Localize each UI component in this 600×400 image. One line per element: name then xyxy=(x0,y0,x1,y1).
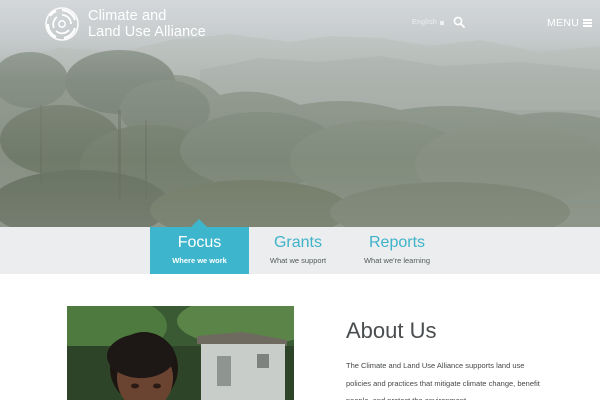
tab-grants-title: Grants xyxy=(273,234,322,251)
page: Climate and Land Use Alliance English ME… xyxy=(0,0,600,400)
hamburger-icon xyxy=(583,19,593,27)
tab-focus[interactable]: Focus Where we work xyxy=(150,219,249,274)
logo-line-1: Climate and xyxy=(88,8,167,24)
logo-text: Climate and Land Use Alliance xyxy=(88,8,206,40)
tab-grants[interactable]: Grants What we support xyxy=(256,227,340,274)
chevron-down-icon xyxy=(440,20,445,25)
tab-reports-subtitle: What we're learning xyxy=(363,256,431,265)
tab-grants-subtitle: What we support xyxy=(269,256,327,265)
tab-reports[interactable]: Reports What we're learning xyxy=(352,227,442,274)
language-label: English xyxy=(412,19,438,26)
logo[interactable]: Climate and Land Use Alliance xyxy=(44,6,206,42)
tab-focus-title: Focus xyxy=(177,234,222,251)
logo-icon xyxy=(45,7,79,41)
tab-reports-title: Reports xyxy=(368,234,426,251)
about-heading: About Us xyxy=(346,318,437,343)
tab-focus-subtitle: Where we work xyxy=(172,256,227,265)
about-body-text: The Climate and Land Use Alliance suppor… xyxy=(346,361,540,400)
logo-line-2: Land Use Alliance xyxy=(88,24,206,40)
menu-label: MENU xyxy=(547,17,580,29)
language-selector[interactable]: English xyxy=(412,19,445,26)
search-icon[interactable] xyxy=(453,16,465,28)
about-photo xyxy=(67,306,294,400)
menu-button[interactable]: MENU xyxy=(547,17,593,29)
person-photo-image xyxy=(67,306,294,400)
active-tab-pointer xyxy=(191,219,207,227)
